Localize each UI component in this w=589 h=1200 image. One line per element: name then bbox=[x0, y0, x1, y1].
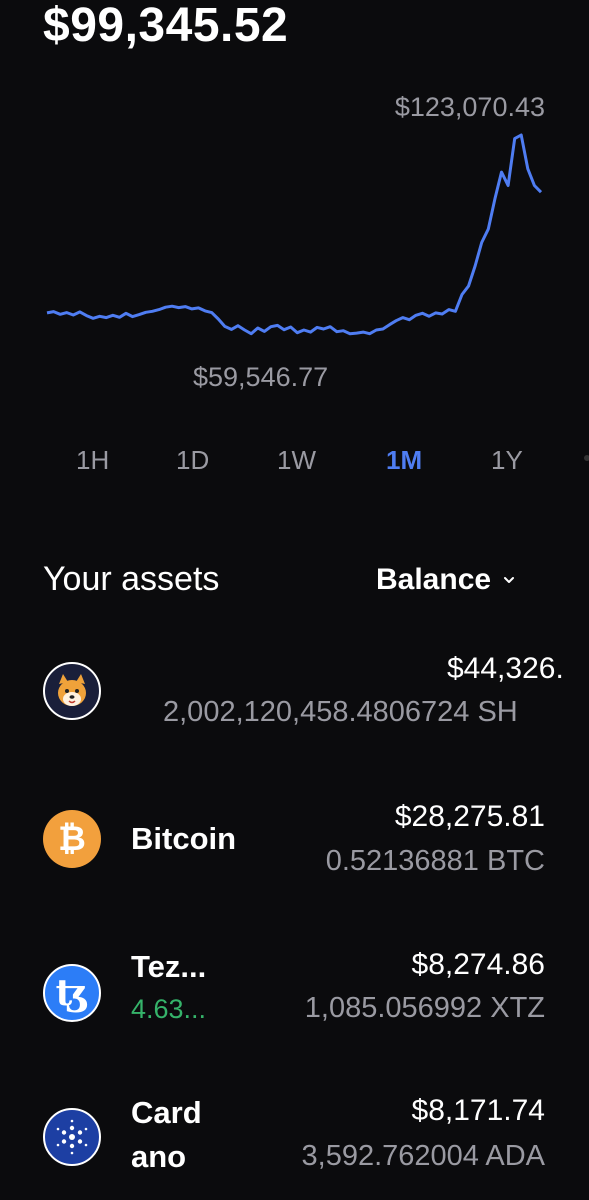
sort-dropdown[interactable]: Balance bbox=[376, 560, 515, 600]
asset-quantity: 1,085.056992 XTZ bbox=[304, 992, 545, 1024]
asset-name: Bitcoin bbox=[131, 821, 237, 856]
time-range-selector: 1H 1D 1W 1M 1Y bbox=[0, 445, 589, 485]
chart-low-label: $59,546.77 bbox=[193, 362, 329, 392]
chart-high-label: $123,070.43 bbox=[394, 92, 545, 122]
price-chart-svg bbox=[46, 133, 543, 336]
range-1w[interactable]: 1W bbox=[277, 445, 316, 476]
asset-row-bitcoin[interactable]: ₿ Bitcoin $28,275.81 0.52136881 BTC bbox=[0, 790, 589, 900]
asset-row-shib[interactable]: $44,326. 2,002,120,458.4806724 SH bbox=[0, 640, 589, 750]
sort-label: Balance bbox=[376, 563, 492, 596]
asset-quantity: 3,592.762004 ADA bbox=[301, 1140, 545, 1172]
price-chart[interactable] bbox=[0, 80, 589, 410]
portfolio-screen: $99,345.52 $123,070.43 $59,546.77 1H 1D … bbox=[0, 0, 589, 1200]
asset-fiat-value: $28,275.81 bbox=[394, 800, 545, 833]
tezos-icon: ꜩ bbox=[43, 964, 101, 1022]
asset-name: Tez... bbox=[131, 949, 207, 984]
range-1m[interactable]: 1M bbox=[386, 445, 422, 476]
price-line bbox=[46, 133, 543, 336]
asset-change: 4.63... bbox=[131, 994, 207, 1024]
asset-fiat-value: $44,326. bbox=[447, 652, 564, 685]
asset-row-cardano[interactable]: Card ano $8,171.74 3,592.762004 ADA bbox=[0, 1090, 589, 1200]
asset-quantity: 2,002,120,458.4806724 SH bbox=[163, 696, 518, 728]
bitcoin-icon: ₿ bbox=[43, 810, 101, 868]
asset-row-tezos[interactable]: ꜩ Tez... 4.63... $8,274.86 1,085.056992 … bbox=[0, 940, 589, 1050]
range-1h[interactable]: 1H bbox=[76, 445, 109, 476]
asset-quantity: 0.52136881 BTC bbox=[325, 845, 545, 877]
asset-fiat-value: $8,274.86 bbox=[411, 948, 545, 981]
asset-name-line1: Card bbox=[131, 1095, 202, 1130]
shiba-inu-icon bbox=[43, 662, 101, 720]
asset-name-line2: ano bbox=[131, 1139, 187, 1174]
range-more-indicator[interactable] bbox=[584, 455, 589, 461]
cardano-icon bbox=[43, 1108, 101, 1166]
total-balance: $99,345.52 bbox=[43, 0, 289, 52]
range-1d[interactable]: 1D bbox=[176, 445, 209, 476]
range-1y[interactable]: 1Y bbox=[491, 445, 523, 476]
chevron-down-icon bbox=[504, 577, 515, 583]
asset-fiat-value: $8,171.74 bbox=[411, 1094, 545, 1127]
assets-heading: Your assets bbox=[43, 560, 220, 598]
